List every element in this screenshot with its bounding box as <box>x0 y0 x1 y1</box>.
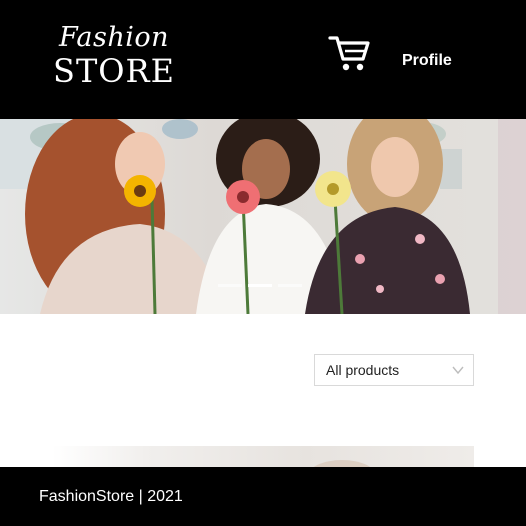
carousel-dot-active[interactable] <box>248 284 272 287</box>
filter-selected-value: All products <box>326 362 400 378</box>
product-filter-select[interactable]: All products <box>314 354 474 386</box>
site-footer: FashionStore | 2021 <box>0 467 526 526</box>
hero-carousel <box>0 119 526 314</box>
logo-script-text: Fashion <box>58 22 170 53</box>
chevron-down-icon <box>452 366 464 375</box>
site-header: Fashion STORE Profile <box>0 0 526 119</box>
carousel-dot[interactable] <box>218 284 242 287</box>
logo-store-text: STORE <box>53 52 175 90</box>
profile-link[interactable]: Profile <box>402 50 452 72</box>
site-logo[interactable]: Fashion STORE <box>52 22 176 98</box>
footer-copyright: FashionStore | 2021 <box>39 488 183 505</box>
shopping-cart-icon[interactable] <box>328 34 370 72</box>
carousel-dot[interactable] <box>278 284 302 287</box>
carousel-indicators <box>218 284 302 287</box>
